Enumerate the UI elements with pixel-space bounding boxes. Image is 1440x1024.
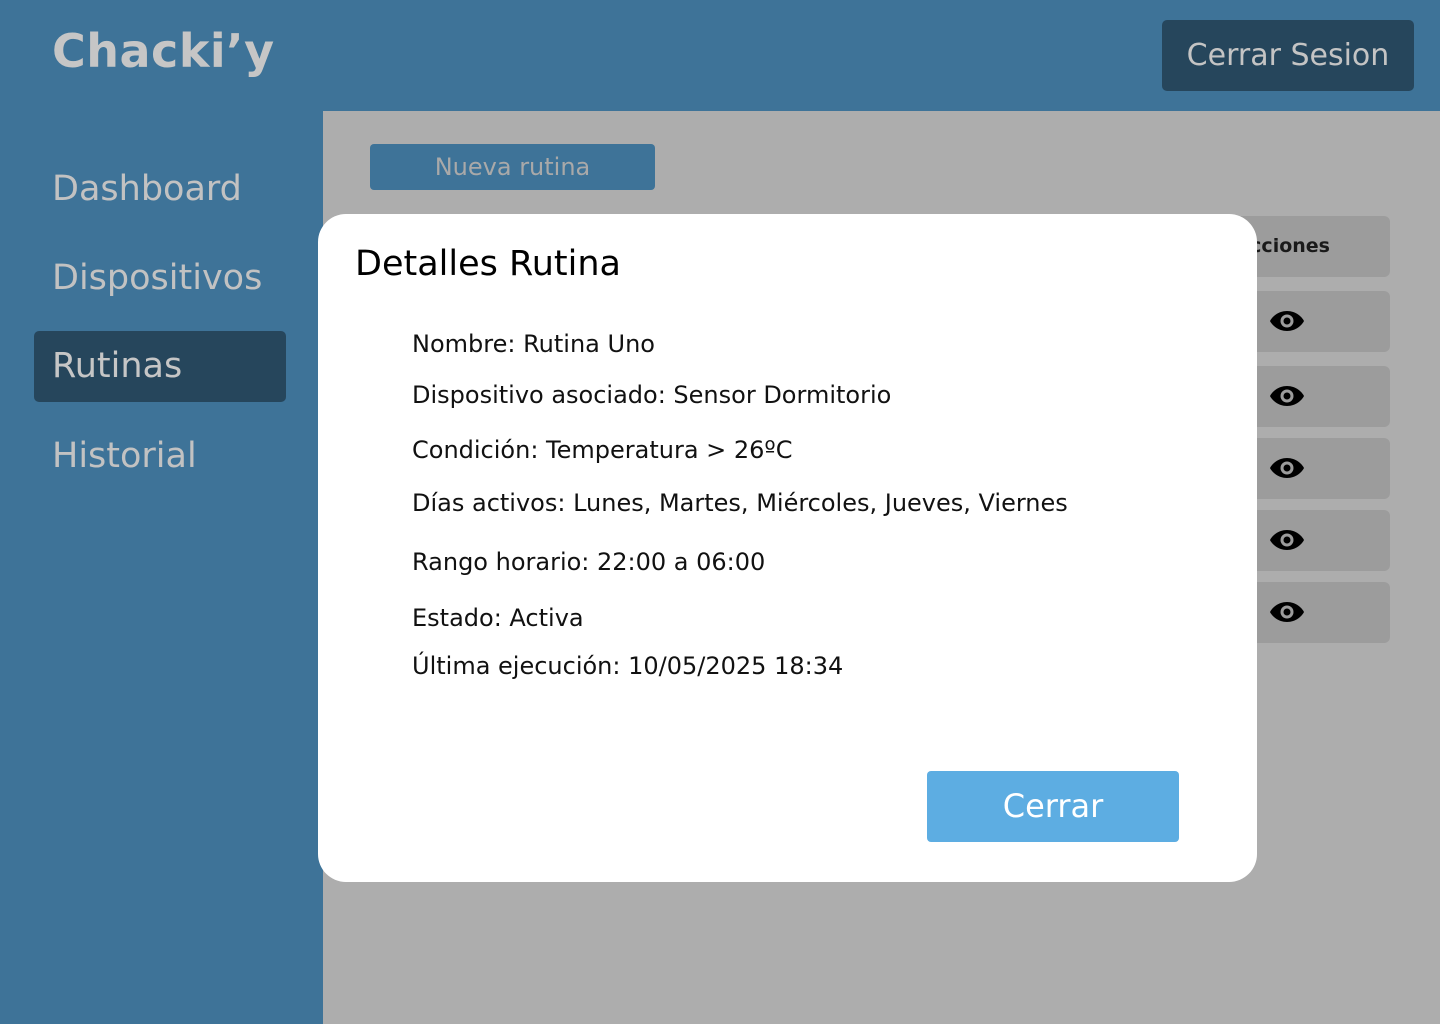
routine-details-modal: Detalles Rutina Nombre: Rutina Uno Dispo… <box>318 214 1257 882</box>
detail-last-run: Última ejecución: 10/05/2025 18:34 <box>412 652 844 680</box>
logout-button[interactable]: Cerrar Sesion <box>1162 20 1414 91</box>
eye-icon[interactable] <box>1268 380 1306 412</box>
sidebar: Chacki’y Dashboard Dispositivos Rutinas … <box>0 0 323 1024</box>
brand-logo: Chacki’y <box>52 24 275 78</box>
sidebar-item-dashboard[interactable]: Dashboard <box>34 154 286 225</box>
sidebar-item-dispositivos[interactable]: Dispositivos <box>34 243 286 314</box>
sidebar-item-rutinas[interactable]: Rutinas <box>34 331 286 402</box>
detail-condition: Condición: Temperatura > 26ºC <box>412 436 793 464</box>
sidebar-item-historial[interactable]: Historial <box>34 421 286 492</box>
eye-icon[interactable] <box>1268 596 1306 628</box>
detail-name: Nombre: Rutina Uno <box>412 330 655 358</box>
modal-title: Detalles Rutina <box>355 244 622 284</box>
detail-status: Estado: Activa <box>412 604 584 632</box>
detail-active-days: Días activos: Lunes, Martes, Miércoles, … <box>412 489 1068 517</box>
detail-device: Dispositivo asociado: Sensor Dormitorio <box>412 381 892 409</box>
close-button[interactable]: Cerrar <box>927 771 1179 842</box>
eye-icon[interactable] <box>1268 305 1306 337</box>
detail-time-range: Rango horario: 22:00 a 06:00 <box>412 548 766 576</box>
new-routine-button[interactable]: Nueva rutina <box>370 144 655 190</box>
eye-icon[interactable] <box>1268 524 1306 556</box>
eye-icon[interactable] <box>1268 452 1306 484</box>
